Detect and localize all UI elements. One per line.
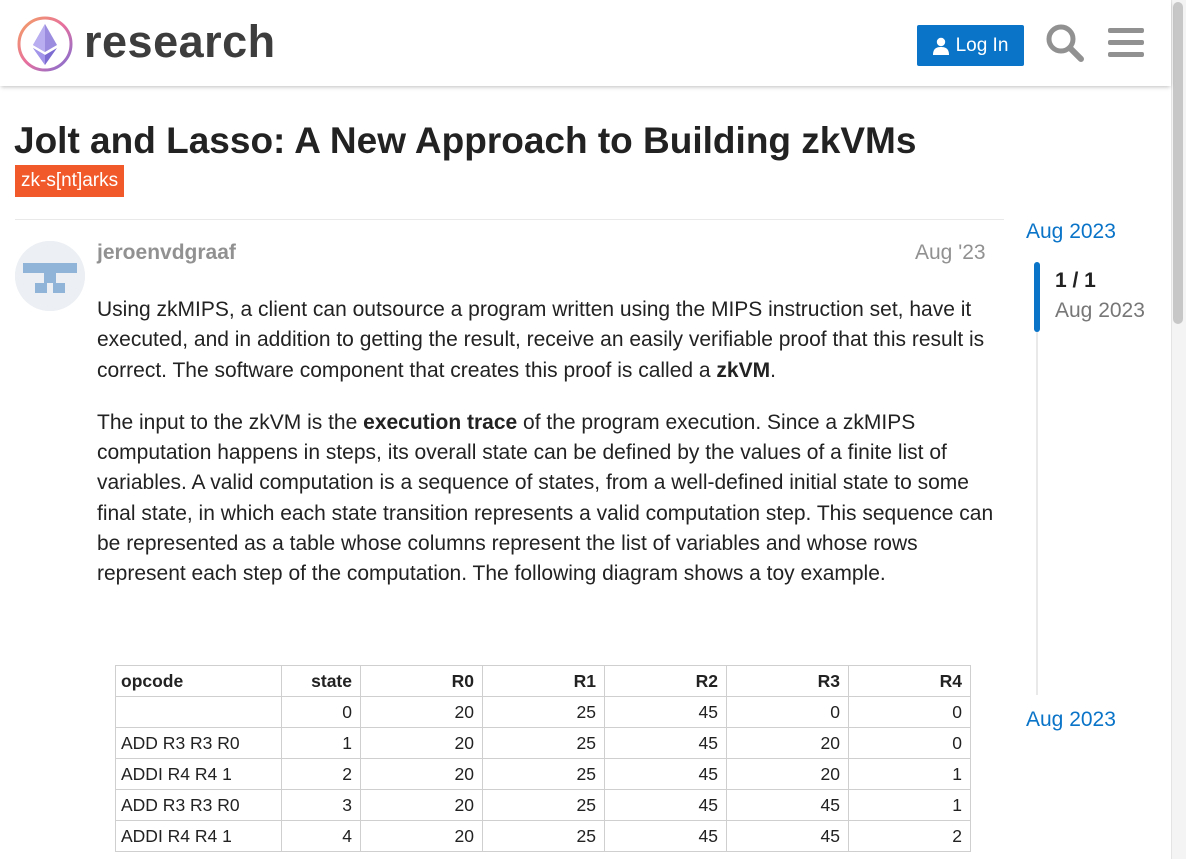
table-cell: 45: [604, 758, 727, 790]
topic-title[interactable]: Jolt and Lasso: A New Approach to Buildi…: [14, 117, 916, 165]
table-cell: [115, 696, 282, 728]
table-cell: 25: [482, 789, 605, 821]
avatar[interactable]: [15, 241, 85, 311]
column-header: state: [281, 665, 361, 697]
column-header: R0: [360, 665, 483, 697]
ethereum-research-logo-icon[interactable]: [16, 15, 74, 73]
table-cell: 20: [360, 758, 483, 790]
table-row: 0 20 25 45 0 0: [115, 696, 971, 728]
table-cell: 20: [360, 727, 483, 759]
table-cell: 0: [281, 696, 361, 728]
login-label: Log In: [955, 34, 1009, 56]
column-header: R2: [604, 665, 727, 697]
table-cell: 25: [482, 696, 605, 728]
table-cell: 45: [726, 820, 849, 852]
post-author[interactable]: jeroenvdgraaf: [97, 239, 236, 267]
table-cell: 4: [281, 820, 361, 852]
post-text: Using zkMIPS, a client can outsource a p…: [97, 298, 985, 382]
table-cell: 20: [726, 727, 849, 759]
column-header: R4: [848, 665, 971, 697]
hamburger-menu-icon[interactable]: [1108, 23, 1144, 68]
table-cell: 20: [360, 820, 483, 852]
timeline-end-date[interactable]: Aug 2023: [1026, 708, 1116, 732]
login-button[interactable]: Log In: [917, 25, 1024, 66]
post-text: .: [770, 358, 776, 382]
table-row: ADD R3 R3 R0 3 20 25 45 45 1: [115, 789, 971, 821]
scrollbar-thumb[interactable]: [1173, 2, 1183, 324]
column-header: R3: [726, 665, 849, 697]
table-cell: 0: [726, 696, 849, 728]
timeline-position: 1 / 1: [1055, 269, 1096, 292]
table-cell: 20: [360, 696, 483, 728]
table-cell: 1: [281, 727, 361, 759]
table-header-row: opcode state R0 R1 R2 R3 R4: [115, 665, 971, 697]
table-cell: 20: [360, 789, 483, 821]
table-cell: ADD R3 R3 R0: [115, 727, 282, 759]
table-cell: 45: [726, 789, 849, 821]
timeline-position-date: Aug 2023: [1055, 299, 1145, 322]
table-cell: ADDI R4 R4 1: [115, 758, 282, 790]
search-icon[interactable]: [1045, 23, 1085, 68]
post-body: Using zkMIPS, a client can outsource a p…: [97, 295, 997, 612]
table-cell: 2: [848, 820, 971, 852]
user-icon: [932, 37, 949, 55]
table-cell: 25: [482, 758, 605, 790]
topic-tag[interactable]: zk-s[nt]arks: [15, 165, 125, 197]
column-header: opcode: [115, 665, 282, 697]
table-cell: 0: [848, 727, 971, 759]
post-paragraph: Using zkMIPS, a client can outsource a p…: [97, 295, 997, 386]
table-cell: 1: [848, 758, 971, 790]
table-cell: 3: [281, 789, 361, 821]
table-cell: 45: [604, 820, 727, 852]
table-cell: ADD R3 R3 R0: [115, 789, 282, 821]
post-bold-text: zkVM: [716, 358, 771, 382]
timeline-start-date[interactable]: Aug 2023: [1026, 220, 1116, 244]
post-text: The input to the zkVM is the: [97, 410, 364, 434]
site-logo-text[interactable]: research: [84, 14, 276, 70]
table-cell: 25: [482, 727, 605, 759]
table-row: ADDI R4 R4 1 4 20 25 45 45 2: [115, 820, 971, 852]
table-cell: 2: [281, 758, 361, 790]
post-paragraph: The input to the zkVM is the execution t…: [97, 408, 997, 590]
timeline-handle[interactable]: [1034, 262, 1040, 332]
table-cell: 45: [604, 696, 727, 728]
table-cell: 45: [604, 789, 727, 821]
column-header: R1: [482, 665, 605, 697]
title-divider: [15, 219, 1004, 220]
table-cell: 45: [604, 727, 727, 759]
site-header: research Log In: [0, 0, 1171, 86]
table-cell: 20: [726, 758, 849, 790]
table-cell: 25: [482, 820, 605, 852]
post-date[interactable]: Aug '23: [915, 239, 986, 267]
table-row: ADD R3 R3 R0 1 20 25 45 20 0: [115, 727, 971, 759]
table-cell: 0: [848, 696, 971, 728]
table-cell: 1: [848, 789, 971, 821]
post-bold-text: execution trace: [363, 410, 518, 434]
table-row: ADDI R4 R4 1 2 20 25 45 20 1: [115, 758, 971, 790]
execution-trace-table[interactable]: opcode state R0 R1 R2 R3 R4 0 20 25 45 0 0 ADD…: [115, 665, 971, 852]
post-text: of the program execution. Since a zkMIPS…: [97, 410, 994, 586]
table-cell: ADDI R4 R4 1: [115, 820, 282, 852]
